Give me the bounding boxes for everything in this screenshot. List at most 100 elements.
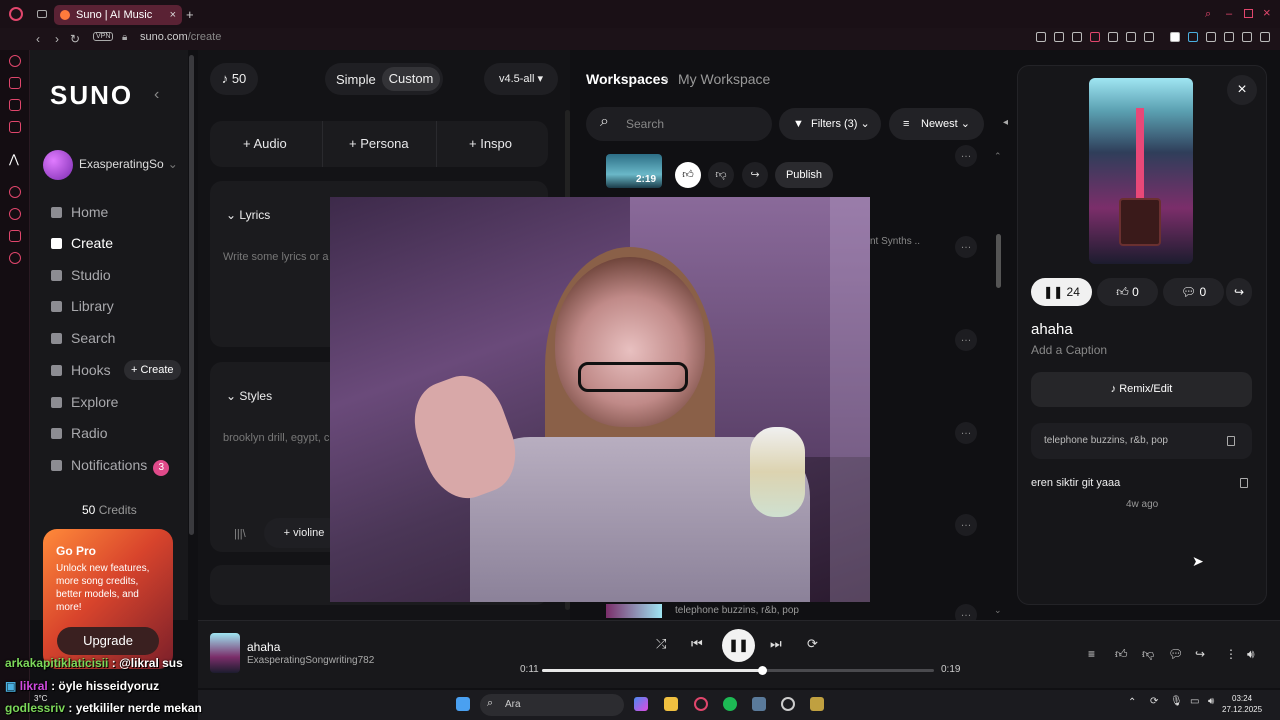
publish-button[interactable]: Publish [775,162,833,188]
lyrics-input[interactable]: Write some lyrics or a [223,251,329,263]
opera-logo-icon[interactable] [9,7,23,21]
sidebar-scrollbar[interactable] [189,55,194,535]
copy-icon[interactable] [1240,478,1248,488]
download-icon[interactable] [1242,32,1252,42]
suno-logo[interactable]: SUNO [50,80,133,111]
scroll-left-icon[interactable]: ◂ [1003,117,1008,128]
model-select[interactable]: v4.5-all ▾ [484,63,558,95]
workspace-icon[interactable] [9,77,21,89]
tray-app-icon[interactable]: ⟳ [1150,696,1158,707]
speaker-icon[interactable]: 🔊︎ [1208,696,1214,707]
back-icon[interactable]: ‹ [36,32,40,46]
previous-icon[interactable]: ⏮︎ [691,636,703,652]
clock[interactable]: 03:24 27.12.2025 [1222,693,1262,715]
search-input[interactable]: Search [586,107,772,141]
app-icon[interactable] [781,697,795,711]
collapse-sidebar-icon[interactable]: ‹ [154,86,159,104]
extension-2-icon[interactable] [1188,32,1198,42]
nav-hooks[interactable]: Hooks [51,362,111,378]
extension-1-icon[interactable] [1170,32,1180,42]
spotify-icon[interactable] [723,697,737,711]
settings-icon[interactable] [9,252,21,264]
extensions-icon[interactable] [1206,32,1216,42]
mode-custom-tab[interactable]: Custom [382,67,440,91]
wallet-icon[interactable] [1224,32,1234,42]
easy-setup-icon[interactable] [1260,32,1270,42]
player-icon[interactable] [1126,32,1136,42]
pause-button[interactable]: ❚❚ [722,629,755,662]
more-options-button[interactable]: … [955,329,977,351]
url-field[interactable]: suno.com/create [140,31,221,43]
next-icon[interactable]: ⏭︎ [770,636,782,652]
more-options-button[interactable]: … [955,236,977,258]
add-audio-button[interactable]: + Audio [243,136,287,151]
filters-button[interactable]: ▼ Filters (3) ⌄ [779,108,881,140]
new-tab-icon[interactable]: + [186,7,194,22]
tab-suno[interactable]: Suno | AI Music × [54,5,182,25]
nav-notifications[interactable]: Notifications 3 [51,457,170,476]
nav-radio[interactable]: Radio [51,425,108,441]
window-close-icon[interactable]: × [1263,5,1271,20]
credits-chip[interactable]: ♪ 50 [210,63,258,95]
share-icon[interactable]: ↪ [1195,647,1205,661]
styles-header[interactable]: ⌄ Styles [226,389,272,403]
username[interactable]: ExasperatingSo ⌄ [79,157,178,171]
add-inspo-button[interactable]: + Inspo [469,136,512,151]
player-sidebar-icon[interactable] [9,186,21,198]
start-icon[interactable] [456,697,470,711]
close-icon[interactable]: × [1227,75,1257,105]
share-button[interactable]: ↪ [742,162,768,188]
scroll-up-icon[interactable]: ⌃ [994,151,1002,162]
maximize-icon[interactable] [1244,9,1253,18]
comment-icon[interactable]: 💬︎ [1168,647,1183,661]
progress-bar[interactable] [542,666,934,675]
workspace-scrollbar[interactable] [996,234,1001,288]
share-icon[interactable]: ↪ [1226,278,1252,306]
avatar[interactable] [43,150,73,180]
like-count-button[interactable]: 👍︎ 0 [1097,278,1158,306]
more-options-button[interactable]: … [955,514,977,536]
upgrade-button[interactable]: Upgrade [57,627,159,655]
tab-islands-icon[interactable] [37,10,47,18]
player-song-title[interactable]: ahaha [247,640,280,654]
network-icon[interactable]: ▭ [1190,696,1199,707]
credits-display[interactable]: 50 Credits [82,503,137,517]
extensions-sidebar-icon[interactable] [9,230,21,242]
reload-icon[interactable]: ↻ [70,32,80,46]
sort-button[interactable]: ≡ Newest ⌄ [889,108,984,140]
progress-knob[interactable] [757,666,767,675]
nav-explore[interactable]: Explore [51,394,118,410]
shuffle-icon[interactable]: ⤮ [656,636,666,652]
nav-create[interactable]: Create [51,235,113,251]
library-style-icon[interactable]: |||\ [234,528,246,540]
song-thumbnail[interactable] [606,604,662,618]
lyrics-header[interactable]: ⌄ Lyrics [226,208,270,222]
history-icon[interactable] [9,208,21,220]
comment-count-button[interactable]: 💬︎ 0 [1163,278,1224,306]
pin-icon[interactable] [1054,32,1064,42]
mode-simple-tab[interactable]: Simple [336,72,376,87]
file-explorer-icon[interactable] [664,697,678,711]
queue-icon[interactable]: ≡ [1088,647,1095,661]
add-caption[interactable]: Add a Caption [1031,343,1107,357]
vpn-badge[interactable]: VPN [93,32,114,41]
forward-icon[interactable]: › [55,32,59,46]
nav-library[interactable]: Library [51,298,114,314]
adblock-icon[interactable] [1090,32,1100,42]
opera-taskbar-icon[interactable] [694,697,708,711]
more-options-button[interactable]: … [955,145,977,167]
add-persona-button[interactable]: + Persona [349,136,409,151]
tab-search-icon[interactable]: ⌕ [1205,8,1211,21]
instagram-icon[interactable] [9,99,21,111]
microphone-icon[interactable]: 🎙︎ [1170,696,1183,707]
aria-icon[interactable] [9,55,21,67]
league-icon[interactable] [810,697,824,711]
my-workspace-breadcrumb[interactable]: My Workspace [678,71,770,87]
remix-edit-button[interactable]: ♪ Remix/Edit [1031,372,1252,407]
thumbs-down-icon[interactable]: 👎︎ [1142,647,1154,662]
gmail-icon[interactable] [9,121,21,133]
nav-search[interactable]: Search [51,330,115,346]
snapshot-icon[interactable] [1072,32,1082,42]
hooks-create-button[interactable]: + Create [124,360,181,380]
thumbs-up-icon[interactable]: 👍︎ [1115,647,1128,662]
